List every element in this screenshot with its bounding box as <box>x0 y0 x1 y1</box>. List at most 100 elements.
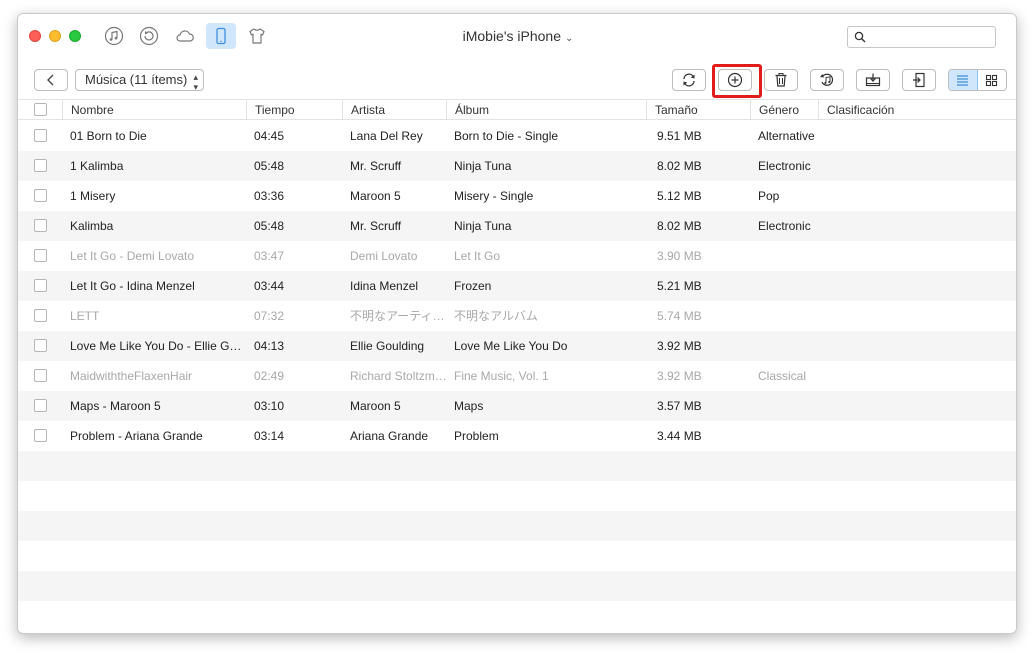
table-row[interactable]: Let It Go - Idina Menzel 03:44 Idina Menze… <box>18 271 1016 301</box>
list-view-button[interactable] <box>949 70 978 90</box>
grid-view-icon <box>986 74 998 86</box>
cell-album: Problem <box>454 429 499 443</box>
trash-icon <box>775 73 787 87</box>
table-row[interactable]: Love Me Like You Do - Ellie Goulding 04:1… <box>18 331 1016 361</box>
row-checkbox[interactable] <box>34 159 47 172</box>
row-checkbox[interactable] <box>34 129 47 142</box>
table-row[interactable]: 01 Born to Die 04:45 Lana Del Rey Born to D… <box>18 121 1016 151</box>
column-header-rating[interactable]: Clasificación <box>818 100 1016 120</box>
table-row[interactable]: 1 Misery 03:36 Maroon 5 Misery - Single 5.12… <box>18 181 1016 211</box>
minimize-window-button[interactable] <box>49 30 61 42</box>
table-row[interactable]: MaidwiththeFlaxenHair 02:49 Richard Stoltz… <box>18 361 1016 391</box>
phone-icon[interactable] <box>206 23 236 49</box>
to-computer-button[interactable] <box>856 69 890 91</box>
cell-genre <box>758 391 822 421</box>
table-row[interactable]: Let It Go - Demi Lovato 03:47 Demi Lovato L… <box>18 241 1016 271</box>
cell-artist: 不明なアーティスト <box>350 309 448 323</box>
table-row[interactable]: LETT 07:32 不明なアーティスト 不明なアルバム 5.74 MB <box>18 301 1016 331</box>
to-itunes-icon <box>820 73 834 86</box>
cell-genre: Electronic <box>758 159 811 173</box>
grid-view-button[interactable] <box>978 70 1006 90</box>
cell-time: 02:49 <box>254 369 285 383</box>
row-checkbox[interactable] <box>34 369 47 382</box>
row-checkbox[interactable] <box>34 429 47 442</box>
table-row[interactable]: Kalimba 05:48 Mr. Scruff Ninja Tuna 8.02 MB E… <box>18 211 1016 241</box>
cell-album: Ninja Tuna <box>454 159 512 173</box>
search-box[interactable] <box>847 26 996 48</box>
cloud-icon[interactable] <box>170 23 200 49</box>
music-note-icon[interactable] <box>99 23 129 49</box>
table-row[interactable]: Maps - Maroon 5 03:10 Maroon 5 Maps 3.57 MB <box>18 391 1016 421</box>
row-checkbox[interactable] <box>34 309 47 322</box>
cell-genre <box>758 421 822 451</box>
column-header-size[interactable]: Tamaño <box>646 100 750 120</box>
cell-name: MaidwiththeFlaxenHair <box>70 369 193 383</box>
cell-artist: Richard Stoltzman <box>350 369 448 383</box>
cell-time: 03:47 <box>254 249 285 263</box>
export-icon <box>913 72 925 88</box>
search-icon <box>854 31 866 43</box>
zoom-window-button[interactable] <box>69 30 81 42</box>
chevron-left-icon <box>47 74 54 86</box>
updown-arrows-icon: ▴ ▾ <box>193 72 198 92</box>
cell-album: Love Me Like You Do <box>454 339 568 353</box>
cell-name: 01 Born to Die <box>70 129 147 143</box>
close-window-button[interactable] <box>29 30 41 42</box>
cell-name: LETT <box>70 309 100 323</box>
cell-time: 05:48 <box>254 219 285 233</box>
row-checkbox[interactable] <box>34 339 47 352</box>
export-button[interactable] <box>902 69 936 91</box>
cell-album: Fine Music, Vol. 1 <box>454 369 549 383</box>
column-header-artist[interactable]: Artista <box>342 100 446 120</box>
cell-name: Let It Go - Demi Lovato <box>70 249 195 263</box>
back-button[interactable] <box>34 69 68 91</box>
restore-icon[interactable] <box>134 23 164 49</box>
add-button-highlight <box>712 64 762 98</box>
cell-genre <box>758 301 822 331</box>
row-checkbox[interactable] <box>34 279 47 292</box>
cell-artist: Ariana Grande <box>350 429 429 443</box>
cell-artist: Maroon 5 <box>350 189 401 203</box>
list-view-icon <box>957 74 969 86</box>
cell-name: Let It Go - Idina Menzel <box>70 279 195 293</box>
cell-artist: Ellie Goulding <box>350 339 425 353</box>
cell-artist: Mr. Scruff <box>350 219 402 233</box>
cell-name: Maps - Maroon 5 <box>70 399 161 413</box>
cell-genre <box>758 331 822 361</box>
column-header-time[interactable]: Tiempo <box>246 100 342 120</box>
cell-artist: Demi Lovato <box>350 249 418 263</box>
tshirt-icon[interactable] <box>242 23 272 49</box>
column-header-album[interactable]: Álbum <box>446 100 646 120</box>
refresh-button[interactable] <box>672 69 706 91</box>
cell-album: Ninja Tuna <box>454 219 512 233</box>
cell-album: Maps <box>454 399 484 413</box>
category-label: Música (11 ítems) <box>85 72 188 87</box>
column-header-name[interactable]: Nombre <box>62 100 246 120</box>
cell-artist: Mr. Scruff <box>350 159 402 173</box>
chevron-down-icon: ⌄ <box>565 33 574 44</box>
row-checkbox[interactable] <box>34 219 47 232</box>
cell-time: 05:48 <box>254 159 285 173</box>
cell-artist: Idina Menzel <box>350 279 419 293</box>
cell-size: 5.74 MB <box>657 309 702 323</box>
cell-artist: Lana Del Rey <box>350 129 423 143</box>
row-checkbox[interactable] <box>34 189 47 202</box>
category-select[interactable]: Música (11 ítems) ▴ ▾ <box>75 69 204 92</box>
delete-button[interactable] <box>764 69 798 91</box>
column-header-genre[interactable]: Género <box>750 100 818 120</box>
cell-genre: Pop <box>758 189 780 203</box>
select-all-checkbox[interactable] <box>34 103 47 116</box>
cell-name: 1 Kalimba <box>70 159 124 173</box>
cell-size: 5.12 MB <box>657 189 702 203</box>
cell-album: Born to Die - Single <box>454 129 559 143</box>
to-itunes-button[interactable] <box>810 69 844 91</box>
row-checkbox[interactable] <box>34 399 47 412</box>
app-window: iMobie's iPhone ⌄ Música (11 ítems) ▴▾ <box>17 13 1017 634</box>
search-input[interactable] <box>870 29 990 45</box>
table-row[interactable]: 1 Kalimba 05:48 Mr. Scruff Ninja Tuna 8.02 M… <box>18 151 1016 181</box>
cell-album: Frozen <box>454 279 492 293</box>
cell-size: 3.57 MB <box>657 399 702 413</box>
table-row[interactable]: Problem - Ariana Grande 03:14 Ariana Grand… <box>18 421 1016 451</box>
row-checkbox[interactable] <box>34 249 47 262</box>
device-selector[interactable]: iMobie's iPhone ⌄ <box>418 28 618 44</box>
